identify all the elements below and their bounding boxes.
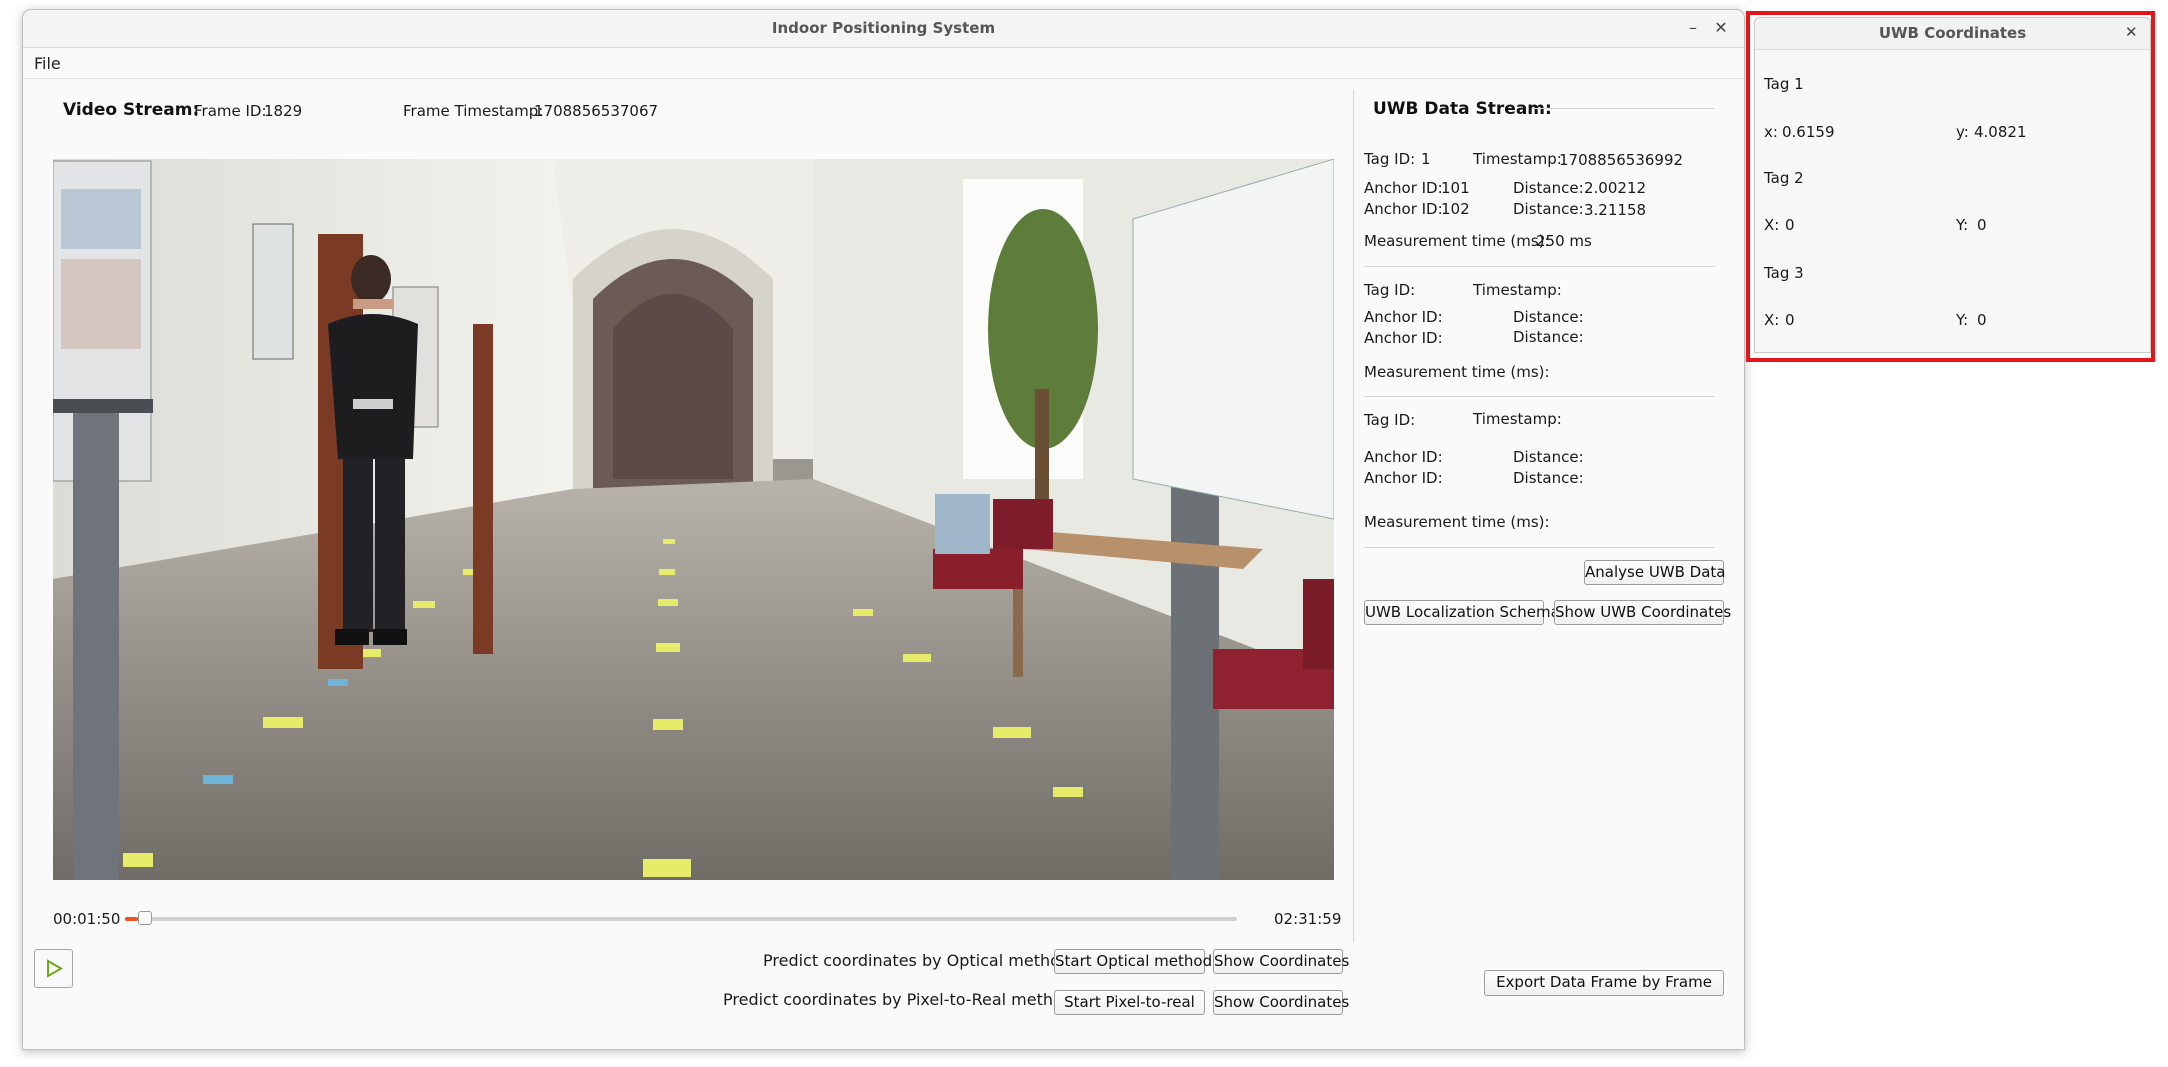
uwb-data-stream-heading: UWB Data Stream: <box>1373 99 1552 119</box>
uwb-timestamp-value: 1708856536992 <box>1559 151 1684 169</box>
block-separator <box>1364 396 1715 397</box>
video-frame-image <box>53 159 1334 880</box>
close-icon[interactable]: ✕ <box>1709 16 1733 40</box>
play-icon <box>47 959 64 978</box>
menu-bar: File <box>23 48 1744 79</box>
video-frame <box>53 159 1334 880</box>
anchor-id-label: Anchor ID: <box>1364 469 1443 487</box>
minimize-icon[interactable]: – <box>1681 16 1705 40</box>
seek-slider-handle[interactable] <box>138 911 152 925</box>
show-uwb-coordinates-button[interactable]: Show UWB Coordinates <box>1554 600 1731 625</box>
tag-id-label: Tag ID: <box>1364 281 1416 299</box>
analyse-uwb-data-button[interactable]: Analyse UWB Data <box>1584 560 1726 585</box>
window-title: Indoor Positioning System <box>771 19 996 37</box>
optical-method-label: Predict coordinates by Optical method: <box>763 951 1076 970</box>
export-data-button[interactable]: Export Data Frame by Frame <box>1484 970 1724 996</box>
uwb-timestamp-label: Timestamp: <box>1473 281 1562 299</box>
uwb-timestamp-label: Timestamp: <box>1473 150 1562 168</box>
frame-id-label: Frame ID: <box>194 102 267 120</box>
distance-label: Distance: <box>1513 179 1584 197</box>
start-optical-button[interactable]: Start Optical method <box>1054 949 1212 974</box>
show-coordinates-optical-button[interactable]: Show Coordinates <box>1213 949 1349 974</box>
seek-slider-fill <box>125 917 138 921</box>
current-time: 00:01:50 <box>53 910 121 928</box>
seek-slider-track[interactable] <box>125 911 1237 925</box>
tag-id-label: Tag ID: <box>1364 411 1416 429</box>
anchor-id-label: Anchor ID: <box>1364 200 1443 218</box>
highlight-frame <box>1746 11 2155 362</box>
block-separator <box>1364 266 1715 267</box>
tag-id-value: 1 <box>1421 150 1431 168</box>
distance-value: 2.00212 <box>1584 179 1647 197</box>
heading-rule <box>1533 108 1715 109</box>
distance-label: Distance: <box>1513 448 1584 466</box>
anchor-id-value: 102 <box>1441 200 1470 218</box>
anchor-id-value: 101 <box>1441 179 1470 197</box>
show-coordinates-p2r-button[interactable]: Show Coordinates <box>1213 990 1349 1015</box>
block-separator <box>1364 547 1715 548</box>
measurement-time-label: Measurement time (ms): <box>1364 363 1550 381</box>
tag-id-label: Tag ID: <box>1364 150 1416 168</box>
uwb-timestamp-label: Timestamp: <box>1473 410 1562 428</box>
measurement-time-label: Measurement time (ms): <box>1364 513 1550 531</box>
frame-timestamp-value: 1708856537067 <box>534 102 659 120</box>
title-bar: Indoor Positioning System – ✕ <box>23 10 1744 48</box>
distance-label: Distance: <box>1513 328 1584 346</box>
distance-value: 3.21158 <box>1584 201 1647 219</box>
distance-label: Distance: <box>1513 200 1584 218</box>
anchor-id-label: Anchor ID: <box>1364 329 1443 347</box>
anchor-id-label: Anchor ID: <box>1364 179 1443 197</box>
anchor-id-label: Anchor ID: <box>1364 448 1443 466</box>
distance-label: Distance: <box>1513 469 1584 487</box>
measurement-time-value: 250 ms <box>1536 232 1592 250</box>
measurement-time-label: Measurement time (ms): <box>1364 232 1550 250</box>
menu-file[interactable]: File <box>34 54 61 73</box>
pixel-to-real-label: Predict coordinates by Pixel-to-Real met… <box>723 990 1079 1009</box>
panel-divider <box>1353 90 1354 942</box>
total-time: 02:31:59 <box>1274 910 1342 928</box>
frame-timestamp-label: Frame Timestamp: <box>403 102 544 120</box>
frame-id-value: 1829 <box>264 102 303 120</box>
start-pixel-to-real-button[interactable]: Start Pixel-to-real <box>1054 990 1205 1015</box>
play-button[interactable] <box>34 949 73 988</box>
main-window: Indoor Positioning System – ✕ File Video… <box>22 9 1745 1050</box>
anchor-id-label: Anchor ID: <box>1364 308 1443 326</box>
uwb-localization-schema-button[interactable]: UWB Localization Schema <box>1364 600 1560 625</box>
distance-label: Distance: <box>1513 308 1584 326</box>
video-stream-heading: Video Stream: <box>63 100 200 120</box>
